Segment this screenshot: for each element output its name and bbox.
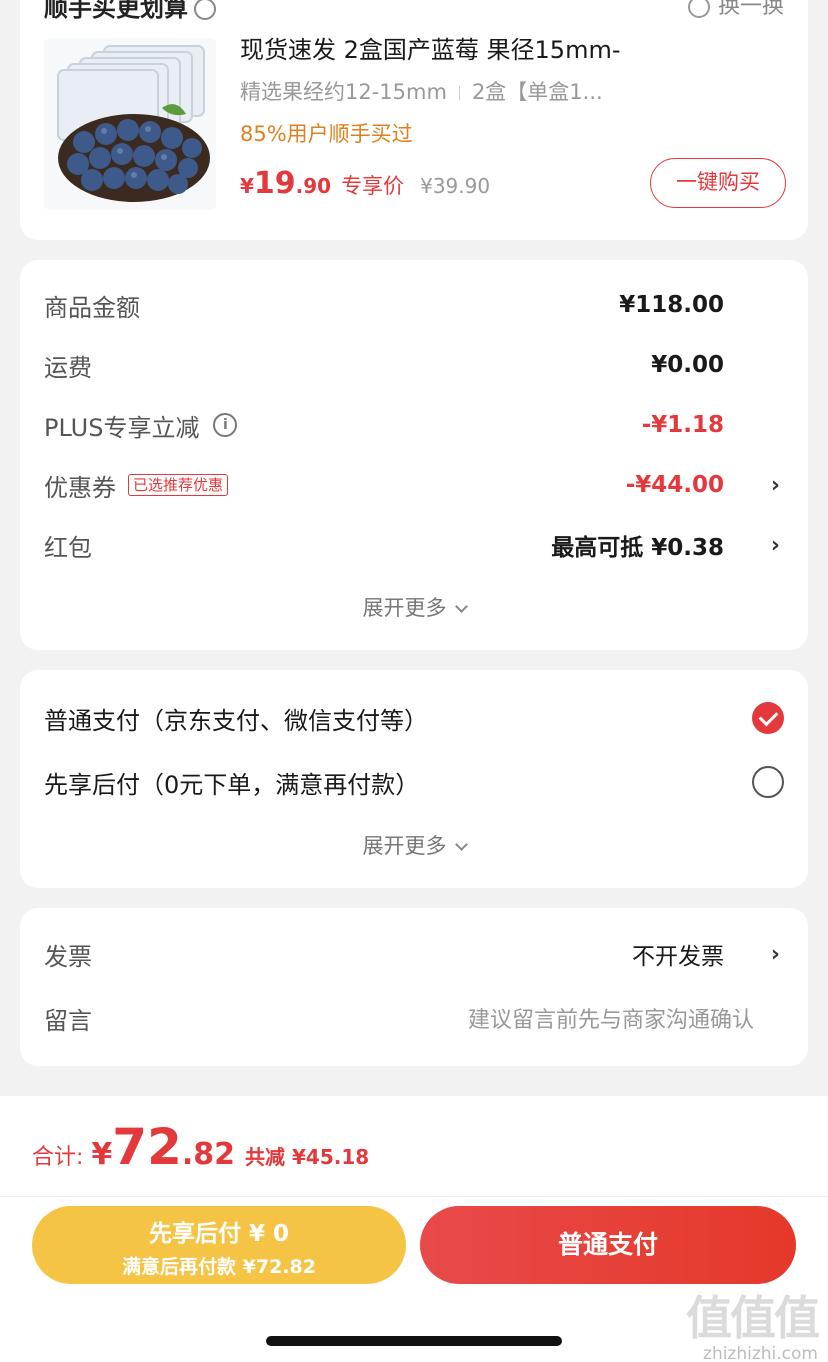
payment-option-pay-later[interactable]: 先享后付（0元下单，满意再付款） xyxy=(44,760,784,804)
fee-row-shipping: 运费 ¥0.00 xyxy=(44,352,724,382)
chevron-right-icon: › xyxy=(770,532,780,558)
one-click-buy-button[interactable]: 一键购买 xyxy=(650,158,786,208)
radio-checked-icon[interactable] xyxy=(752,702,784,734)
home-indicator[interactable] xyxy=(266,1336,562,1346)
fee-row-red-packet[interactable]: 红包 最高可抵 ¥0.38 › xyxy=(44,525,784,565)
site-watermark: 值值值 zhizhizhi.com xyxy=(686,1291,820,1362)
buyers-stat: 85%用户顺手买过 xyxy=(240,122,413,146)
info-icon[interactable]: i xyxy=(213,413,238,437)
invoice-row[interactable]: 发票 不开发票 › xyxy=(44,934,784,974)
total-saving: 共减 ¥45.18 xyxy=(245,1145,370,1169)
fee-row-goods: 商品金额 ¥118.00 xyxy=(44,292,724,322)
order-total: 合计: ¥72.82 共减 ¥45.18 xyxy=(32,1118,370,1176)
message-row[interactable]: 留言 建议留言前先与商家沟通确认 xyxy=(44,998,784,1038)
checkout-bar: 合计: ¥72.82 共减 ¥45.18 先享后付 ¥ 0 满意后再付款 ¥72.8… xyxy=(0,1096,828,1362)
help-icon[interactable] xyxy=(194,0,216,20)
product-spec[interactable]: 精选果经约12-15mm 2盒【单盒1... xyxy=(240,76,603,106)
refresh-icon xyxy=(687,0,710,18)
normal-pay-button[interactable]: 普通支付 xyxy=(420,1206,796,1284)
recommend-card: 顺手买更划算 换一换 现货速发 2盒国产蓝莓 果径15mm- 精选果经约12-1… xyxy=(20,0,808,240)
expand-more-payment[interactable]: 展开更多 xyxy=(20,830,808,860)
fee-summary-card: 商品金额 ¥118.00 运费 ¥0.00 PLUS专享立减 i -¥1.18 … xyxy=(20,260,808,650)
expand-more-fees[interactable]: 展开更多 xyxy=(20,592,808,622)
pay-later-button[interactable]: 先享后付 ¥ 0 满意后再付款 ¥72.82 xyxy=(32,1206,406,1284)
radio-unchecked-icon[interactable] xyxy=(752,766,784,798)
fee-row-plus-discount: PLUS专享立减 i -¥1.18 xyxy=(44,412,724,442)
chevron-down-icon xyxy=(454,838,468,851)
product-image[interactable] xyxy=(44,38,216,210)
invoice-card: 发票 不开发票 › 留言 建议留言前先与商家沟通确认 xyxy=(20,908,808,1066)
chevron-down-icon xyxy=(454,600,468,613)
recommend-title: 顺手买更划算 xyxy=(44,0,216,23)
product-price: ¥19.90 专享价 ¥39.90 xyxy=(240,166,491,201)
blueberry-box-image xyxy=(44,38,216,210)
original-price: ¥39.90 xyxy=(420,174,491,198)
payment-method-card: 普通支付（京东支付、微信支付等） 先享后付（0元下单，满意再付款） 展开更多 xyxy=(20,670,808,888)
payment-option-normal[interactable]: 普通支付（京东支付、微信支付等） xyxy=(44,696,784,740)
fee-row-coupon[interactable]: 优惠券 已选推荐优惠 -¥44.00 › xyxy=(44,465,784,505)
chevron-right-icon: › xyxy=(770,472,780,498)
chevron-right-icon: › xyxy=(770,941,780,967)
refresh-button[interactable]: 换一换 xyxy=(687,0,784,20)
product-title[interactable]: 现货速发 2盒国产蓝莓 果径15mm- xyxy=(240,30,620,65)
coupon-badge: 已选推荐优惠 xyxy=(128,474,229,496)
message-input[interactable]: 建议留言前先与商家沟通确认 xyxy=(468,1002,754,1034)
